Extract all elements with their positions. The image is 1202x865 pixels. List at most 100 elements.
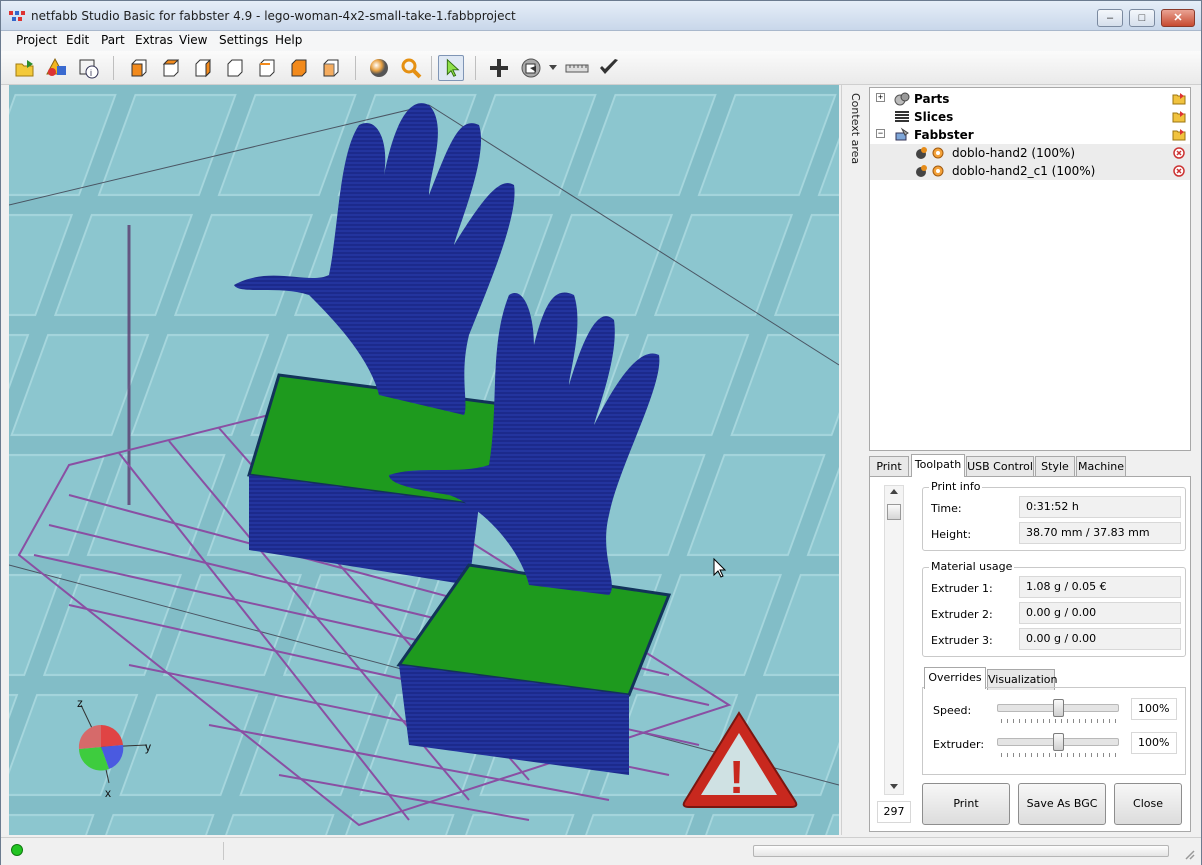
extruder-3-label: Extruder 3: — [931, 634, 993, 647]
open-folder-icon[interactable] — [1172, 110, 1186, 123]
move-icon[interactable] — [487, 56, 511, 80]
collapse-toggle[interactable]: − — [876, 129, 885, 138]
title-bar[interactable]: netfabb Studio Basic for fabbster 4.9 - … — [1, 1, 1201, 31]
repair-check-icon[interactable] — [597, 56, 621, 80]
toolbar-separator — [475, 56, 476, 80]
warning-glyph: ! — [729, 751, 744, 803]
speed-value[interactable]: 100% — [1131, 698, 1177, 720]
scroll-up-icon[interactable] — [890, 488, 898, 494]
context-area-strip[interactable]: Context area — [841, 85, 867, 835]
menu-extras[interactable]: Extras — [135, 33, 173, 47]
tab-print[interactable]: Print — [869, 456, 909, 477]
layer-slider[interactable] — [884, 485, 904, 795]
layer-slider-thumb[interactable] — [887, 504, 901, 520]
y-axis-label: y — [145, 740, 151, 754]
zoom-icon[interactable] — [399, 56, 423, 80]
view-bottom-icon[interactable] — [287, 56, 311, 80]
material-usage-group: Material usage Extruder 1: 1.08 g / 0.05… — [922, 560, 1186, 657]
main-toolbar: i — [1, 51, 1201, 85]
extruder-2-value: 0.00 g / 0.00 — [1019, 602, 1181, 624]
measure-icon[interactable] — [565, 56, 589, 80]
tree-item-label: Fabbster — [914, 128, 974, 142]
menu-view[interactable]: View — [179, 33, 207, 47]
print-button[interactable]: Print — [922, 783, 1010, 825]
speed-label: Speed: — [933, 704, 972, 717]
open-folder-icon[interactable] — [1172, 92, 1186, 105]
tree-item-doblo-hand2-c1[interactable]: doblo-hand2_c1 (100%) — [870, 162, 1190, 180]
rotate-icon[interactable] — [519, 56, 543, 80]
menu-edit[interactable]: Edit — [66, 33, 89, 47]
select-tool-icon[interactable] — [438, 55, 464, 81]
extruder-slider-thumb[interactable] — [1053, 733, 1064, 751]
remove-part-icon[interactable] — [1173, 165, 1185, 177]
extruder-1-value: 1.08 g / 0.05 € — [1019, 576, 1181, 598]
view-front-icon[interactable] — [127, 56, 151, 80]
save-as-bgc-button[interactable]: Save As BGC — [1018, 783, 1106, 825]
toolbar-separator — [431, 56, 432, 80]
part-info-icon[interactable]: i — [77, 56, 101, 80]
tree-item-fabbster[interactable]: − Fabbster — [870, 126, 1190, 144]
status-progress-bar — [753, 845, 1169, 857]
tree-item-label: Parts — [914, 92, 950, 106]
tree-item-label: doblo-hand2 (100%) — [952, 146, 1076, 160]
tab-style[interactable]: Style — [1035, 456, 1075, 477]
netfabb-app-icon — [9, 11, 25, 21]
minimize-button[interactable]: – — [1097, 9, 1123, 27]
tab-machine[interactable]: Machine — [1076, 456, 1126, 477]
menu-project[interactable]: Project — [16, 33, 57, 47]
tree-item-label: doblo-hand2_c1 (100%) — [952, 164, 1096, 178]
layer-counter[interactable]: 297 — [877, 801, 911, 823]
remove-part-icon[interactable] — [1173, 147, 1185, 159]
tree-item-slices[interactable]: Slices — [870, 108, 1190, 126]
scroll-down-icon[interactable] — [890, 784, 898, 790]
status-led-icon — [11, 844, 23, 856]
extruder-value[interactable]: 100% — [1131, 732, 1177, 754]
shading-icon[interactable] — [367, 56, 391, 80]
open-folder-icon[interactable] — [1172, 128, 1186, 141]
tree-item-doblo-hand2[interactable]: doblo-hand2 (100%) — [870, 144, 1190, 162]
close-button[interactable]: Close — [1114, 783, 1182, 825]
tree-item-parts[interactable]: + Parts — [870, 90, 1190, 108]
view-right-icon[interactable] — [223, 56, 247, 80]
scene-canvas[interactable]: z y x ! — [9, 85, 839, 835]
project-tree[interactable]: + Parts Slices − Fabbster doblo-hand2 (1… — [869, 87, 1191, 451]
speed-slider-thumb[interactable] — [1053, 699, 1064, 717]
subtab-overrides[interactable]: Overrides — [924, 667, 986, 689]
height-value: 38.70 mm / 37.83 mm — [1019, 522, 1181, 544]
menu-part[interactable]: Part — [101, 33, 125, 47]
menu-settings[interactable]: Settings — [219, 33, 268, 47]
time-label: Time: — [931, 502, 962, 515]
tab-usb-control[interactable]: USB Control — [966, 456, 1034, 477]
fabbster-control-panel: Print Toolpath USB Control Style Machine… — [869, 454, 1191, 832]
tab-toolpath[interactable]: Toolpath — [911, 454, 965, 477]
visibility-eye-icon[interactable] — [932, 165, 944, 177]
expand-toggle[interactable]: + — [876, 93, 885, 102]
open-project-icon[interactable] — [13, 56, 37, 80]
group-title: Material usage — [929, 560, 1015, 573]
close-window-button[interactable]: ✕ — [1161, 9, 1195, 27]
view-back-icon[interactable] — [159, 56, 183, 80]
resize-grip-icon[interactable] — [1183, 848, 1195, 860]
3d-viewport[interactable]: z y x ! — [9, 85, 839, 835]
toolpath-tab-content: 297 Print info Time: 0:31:52 h Height: 3… — [869, 476, 1191, 832]
tree-item-label: Slices — [914, 110, 954, 124]
toolbar-separator — [113, 56, 114, 80]
view-perspective-icon[interactable] — [319, 56, 343, 80]
menu-bar: Project Edit Part Extras View Settings H… — [1, 31, 1201, 51]
slices-icon — [895, 111, 909, 122]
extruder-3-value: 0.00 g / 0.00 — [1019, 628, 1181, 650]
height-label: Height: — [931, 528, 972, 541]
svg-text:i: i — [90, 68, 92, 78]
rotate-dropdown-icon[interactable] — [549, 65, 557, 71]
view-left-icon[interactable] — [191, 56, 215, 80]
speed-slider-ticks — [1001, 719, 1119, 723]
menu-help[interactable]: Help — [275, 33, 302, 47]
printer-icon — [895, 127, 909, 141]
group-title: Print info — [929, 480, 983, 493]
view-top-icon[interactable] — [255, 56, 279, 80]
part-shape-icon — [916, 147, 927, 159]
add-part-icon[interactable] — [45, 56, 69, 80]
visibility-eye-icon[interactable] — [932, 147, 944, 159]
print-info-group: Print info Time: 0:31:52 h Height: 38.70… — [922, 480, 1186, 551]
maximize-button[interactable]: □ — [1129, 9, 1155, 27]
